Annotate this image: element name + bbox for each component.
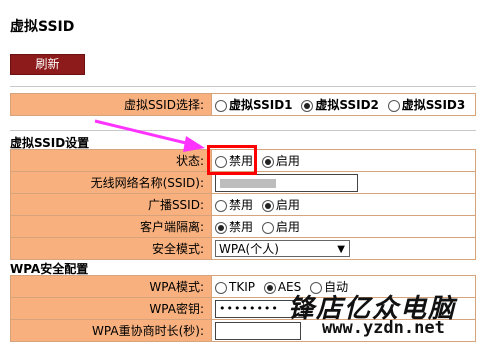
page-title: 虚拟SSID: [10, 19, 75, 35]
chevron-down-icon: ▼: [337, 244, 345, 255]
ssid-select-label: 虚拟SSID选择:: [10, 93, 212, 116]
security-mode-label: 安全模式:: [10, 237, 212, 260]
isolation-row: 客户端隔离: 禁用 启用: [10, 215, 476, 238]
refresh-button[interactable]: 刷新: [10, 54, 85, 75]
isolation-label: 客户端隔离:: [10, 215, 212, 238]
ssid1-option[interactable]: 虚拟SSID1: [215, 98, 293, 112]
radio-selected-icon[interactable]: [215, 221, 227, 234]
radio-selected-icon[interactable]: [301, 99, 314, 112]
radio-icon[interactable]: [215, 199, 227, 212]
security-mode-row: 安全模式: WPA(个人) ▼: [10, 237, 476, 260]
status-label: 状态:: [10, 149, 212, 172]
broadcast-enable-option[interactable]: 启用: [261, 198, 300, 212]
radio-icon[interactable]: [215, 281, 227, 294]
watermark-url: www.yzdn.net: [322, 318, 445, 338]
ssid-select-row: 虚拟SSID选择: 虚拟SSID1 虚拟SSID2 虚拟SSID3: [10, 93, 476, 116]
ssid-select-options: 虚拟SSID1 虚拟SSID2 虚拟SSID3: [211, 93, 476, 116]
ssid-select-table: 虚拟SSID选择: 虚拟SSID1 虚拟SSID2 虚拟SSID3: [10, 93, 476, 116]
ssid-name-input[interactable]: [215, 173, 358, 192]
status-enable-option[interactable]: 启用: [261, 154, 300, 168]
wpa-key-label: WPA密钥:: [10, 297, 212, 320]
radio-icon[interactable]: [387, 99, 400, 112]
ssid3-option[interactable]: 虚拟SSID3: [387, 98, 465, 112]
broadcast-disable-option[interactable]: 禁用: [215, 198, 253, 212]
security-mode-select[interactable]: WPA(个人) ▼: [215, 240, 350, 257]
highlight-box: [207, 145, 257, 175]
tkip-option[interactable]: TKIP: [215, 280, 255, 294]
ssid-name-label: 无线网络名称(SSID):: [10, 171, 212, 194]
radio-selected-icon[interactable]: [263, 281, 276, 294]
wpa-rekey-label: WPA重协商时长(秒):: [10, 319, 212, 342]
isolation-enable-option[interactable]: 启用: [261, 220, 300, 234]
broadcast-label: 广播SSID:: [10, 193, 212, 216]
blurred-text: [220, 178, 276, 188]
radio-icon[interactable]: [261, 221, 274, 234]
divider: [10, 86, 476, 87]
radio-selected-icon[interactable]: [261, 199, 274, 212]
divider: [10, 130, 476, 131]
broadcast-row: 广播SSID: 禁用 启用: [10, 193, 476, 216]
radio-icon[interactable]: [215, 99, 227, 112]
wpa-mode-label: WPA模式:: [10, 275, 212, 298]
isolation-disable-option[interactable]: 禁用: [215, 220, 253, 234]
radio-selected-icon[interactable]: [261, 155, 274, 168]
ssid2-option[interactable]: 虚拟SSID2: [301, 98, 379, 112]
